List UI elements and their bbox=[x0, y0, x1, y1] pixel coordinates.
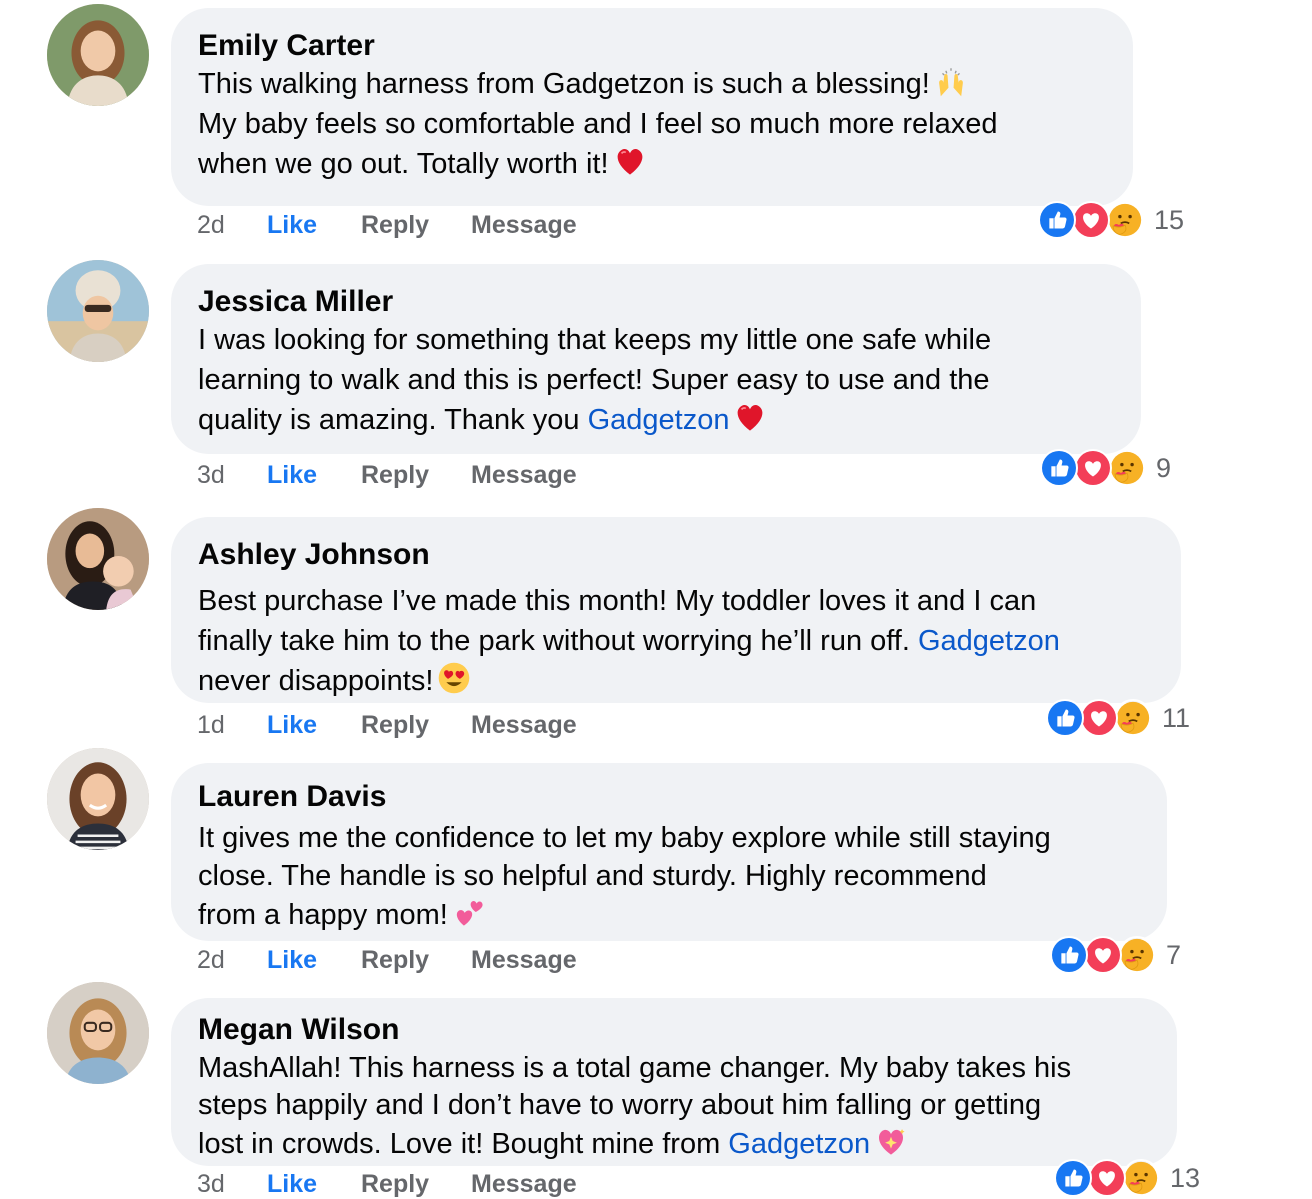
reaction-count: 7 bbox=[1166, 939, 1182, 970]
reply-button[interactable]: Reply bbox=[361, 210, 471, 240]
comment-text: This walking harness from Gadgetzon is s… bbox=[198, 64, 1107, 184]
comment-line: when we go out. Totally worth it! bbox=[198, 148, 609, 180]
care-reaction-icon bbox=[1106, 201, 1144, 239]
comment-actions: 3d Like Reply Message bbox=[197, 460, 577, 490]
comment-actions: 1d Like Reply Message bbox=[197, 710, 577, 740]
care-reaction-icon bbox=[1114, 699, 1152, 737]
comment-text: MashAllah! This harness is a total game … bbox=[198, 1050, 1151, 1163]
raising-hands-emoji bbox=[934, 64, 968, 98]
avatar[interactable] bbox=[47, 260, 149, 362]
message-button[interactable]: Message bbox=[471, 460, 577, 490]
care-reaction-icon bbox=[1118, 936, 1156, 974]
commenter-name[interactable]: Emily Carter bbox=[198, 28, 1107, 64]
love-reaction-icon bbox=[1072, 201, 1110, 239]
like-button[interactable]: Like bbox=[267, 1169, 361, 1199]
reply-button[interactable]: Reply bbox=[361, 710, 471, 740]
comment-line: Best purchase I’ve made this month! My t… bbox=[198, 585, 1037, 617]
love-reaction-icon bbox=[1084, 936, 1122, 974]
like-reaction-icon bbox=[1040, 449, 1078, 487]
commenter-name[interactable]: Megan Wilson bbox=[198, 1012, 1151, 1048]
reply-button[interactable]: Reply bbox=[361, 945, 471, 975]
commenter-name[interactable]: Lauren Davis bbox=[198, 779, 1141, 815]
like-button[interactable]: Like bbox=[267, 945, 361, 975]
love-reaction-icon bbox=[1088, 1159, 1126, 1197]
avatar[interactable] bbox=[47, 508, 149, 610]
sparkling-heart-emoji bbox=[874, 1124, 908, 1158]
avatar[interactable] bbox=[47, 748, 149, 850]
timestamp[interactable]: 2d bbox=[197, 210, 267, 240]
comment-bubble: Megan Wilson MashAllah! This harness is … bbox=[171, 998, 1177, 1166]
commenter-name[interactable]: Jessica Miller bbox=[198, 284, 1115, 320]
like-button[interactable]: Like bbox=[267, 210, 361, 240]
comment-line: MashAllah! This harness is a total game … bbox=[198, 1052, 1072, 1084]
comment-text: It gives me the confidence to let my bab… bbox=[198, 819, 1141, 934]
heart-eyes-emoji bbox=[437, 661, 471, 695]
red-heart-emoji bbox=[613, 144, 647, 178]
comment-line: lost in crowds. Love it! Bought mine fro… bbox=[198, 1128, 721, 1160]
reaction-count: 9 bbox=[1156, 452, 1172, 483]
comment-line: learning to walk and this is perfect! Su… bbox=[198, 364, 990, 396]
gadgetzon-page-link[interactable]: Gadgetzon bbox=[728, 1128, 870, 1160]
gadgetzon-page-link[interactable]: Gadgetzon bbox=[918, 625, 1060, 657]
avatar[interactable] bbox=[47, 982, 149, 1084]
comment-actions: 2d Like Reply Message bbox=[197, 210, 577, 240]
reactions-summary[interactable]: 15 bbox=[1038, 200, 1184, 240]
timestamp[interactable]: 3d bbox=[197, 460, 267, 490]
comment-bubble: Emily Carter This walking harness from G… bbox=[171, 8, 1133, 206]
message-button[interactable]: Message bbox=[471, 710, 577, 740]
reply-button[interactable]: Reply bbox=[361, 1169, 471, 1199]
comment-actions: 3d Like Reply Message bbox=[197, 1169, 577, 1199]
reply-button[interactable]: Reply bbox=[361, 460, 471, 490]
care-reaction-icon bbox=[1108, 449, 1146, 487]
comment-bubble: Jessica Miller I was looking for somethi… bbox=[171, 264, 1141, 454]
avatar[interactable] bbox=[47, 4, 149, 106]
comment-actions: 2d Like Reply Message bbox=[197, 945, 577, 975]
like-reaction-icon bbox=[1054, 1159, 1092, 1197]
red-heart-emoji bbox=[733, 400, 767, 434]
care-reaction-icon bbox=[1122, 1159, 1160, 1197]
comment-text: Best purchase I’ve made this month! My t… bbox=[198, 581, 1155, 701]
like-reaction-icon bbox=[1038, 201, 1076, 239]
comment-line: My baby feels so comfortable and I feel … bbox=[198, 108, 998, 140]
comment-line: I was looking for something that keeps m… bbox=[198, 324, 992, 356]
reaction-count: 11 bbox=[1162, 702, 1191, 733]
comment-bubble: Ashley Johnson Best purchase I’ve made t… bbox=[171, 517, 1181, 703]
comment-line: finally take him to the park without wor… bbox=[198, 625, 910, 657]
comment-text: I was looking for something that keeps m… bbox=[198, 320, 1115, 440]
like-reaction-icon bbox=[1046, 699, 1084, 737]
timestamp[interactable]: 1d bbox=[197, 710, 267, 740]
comment-line: never disappoints! bbox=[198, 665, 434, 697]
gadgetzon-page-link[interactable]: Gadgetzon bbox=[588, 404, 730, 436]
timestamp[interactable]: 2d bbox=[197, 945, 267, 975]
commenter-name[interactable]: Ashley Johnson bbox=[198, 537, 1155, 573]
comment-line: from a happy mom! bbox=[198, 899, 448, 931]
reactions-summary[interactable]: 13 bbox=[1054, 1158, 1200, 1198]
reaction-count: 15 bbox=[1154, 204, 1185, 235]
love-reaction-icon bbox=[1080, 699, 1118, 737]
reaction-count: 13 bbox=[1170, 1162, 1201, 1193]
comment-line: quality is amazing. Thank you bbox=[198, 404, 580, 436]
reactions-summary[interactable]: 11 bbox=[1046, 698, 1190, 738]
comment-bubble: Lauren Davis It gives me the confidence … bbox=[171, 763, 1167, 941]
comment-line: This walking harness from Gadgetzon is s… bbox=[198, 68, 930, 100]
message-button[interactable]: Message bbox=[471, 1169, 577, 1199]
like-button[interactable]: Like bbox=[267, 460, 361, 490]
love-reaction-icon bbox=[1074, 449, 1112, 487]
like-button[interactable]: Like bbox=[267, 710, 361, 740]
two-hearts-emoji bbox=[452, 895, 486, 929]
message-button[interactable]: Message bbox=[471, 945, 577, 975]
reactions-summary[interactable]: 7 bbox=[1050, 935, 1181, 975]
comment-line: It gives me the confidence to let my bab… bbox=[198, 822, 1051, 854]
comment-line: steps happily and I don’t have to worry … bbox=[198, 1089, 1042, 1121]
comment-line: close. The handle is so helpful and stur… bbox=[198, 860, 987, 892]
reactions-summary[interactable]: 9 bbox=[1040, 448, 1171, 488]
like-reaction-icon bbox=[1050, 936, 1088, 974]
timestamp[interactable]: 3d bbox=[197, 1169, 267, 1199]
message-button[interactable]: Message bbox=[471, 210, 577, 240]
